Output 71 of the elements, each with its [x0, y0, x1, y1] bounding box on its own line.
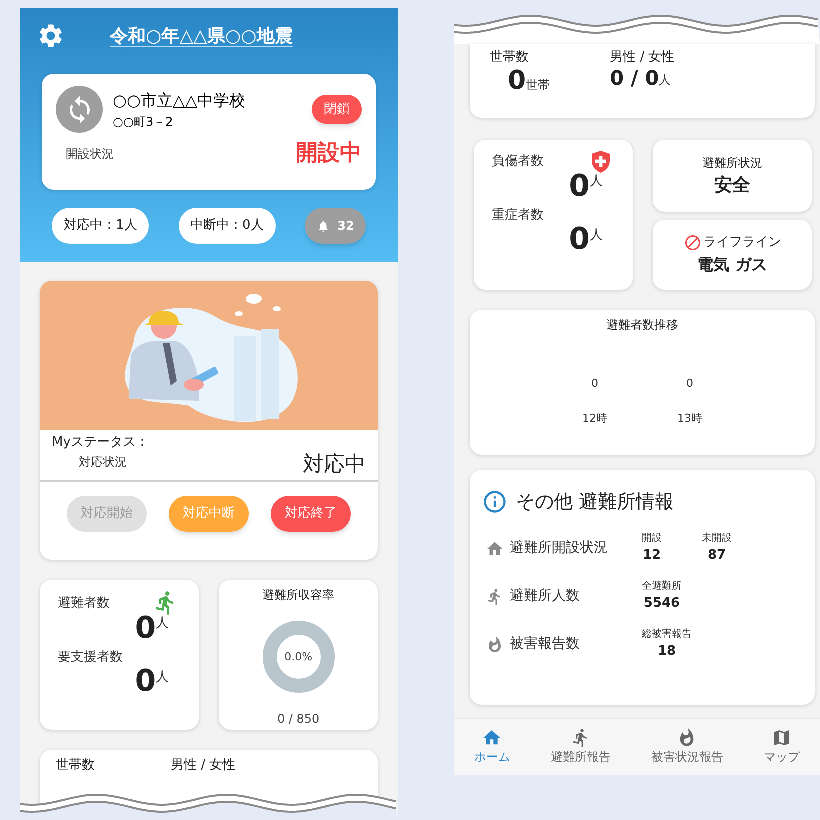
trend-value: 0 [686, 376, 694, 392]
prohibited-icon [684, 234, 702, 252]
trend-value: 0 [592, 376, 598, 392]
capacity-count: 0 / 850 [277, 711, 320, 728]
stat-label: 総被害報告 [642, 628, 692, 642]
nav-tab[interactable]: 避難所報告 [550, 728, 611, 766]
gender-unit: 人 [659, 72, 672, 88]
home-icon [486, 540, 504, 558]
flame-icon [486, 636, 504, 654]
count-unit: 人 [156, 668, 170, 686]
stat-label: 未開設 [702, 532, 732, 546]
count-label: 避難者数 [58, 595, 110, 613]
map-icon [772, 728, 792, 748]
nav-tab[interactable]: 被害状況報告 [651, 728, 724, 766]
count-value: 0 [569, 225, 590, 255]
disaster-title[interactable]: 令和○年△△県○○地震 [110, 22, 293, 50]
lifeline-value: 電気 ガス [698, 254, 768, 276]
shelter-status: 開設中 [296, 140, 362, 168]
status-button[interactable]: 対応終了 [271, 496, 351, 532]
count-unit: 人 [590, 173, 603, 191]
trend-time: 12時 [582, 410, 608, 426]
notification-button[interactable]: 32 [305, 208, 366, 244]
shelter-name: ○○市立△△中学校 [113, 90, 247, 112]
household-label: 世帯数 [56, 757, 95, 775]
my-status-title: Myステータス： [52, 434, 149, 452]
shelter-address: ○○町3－2 [113, 114, 174, 130]
info-row-label: 避難所開設状況 [510, 539, 608, 558]
count-value: 0 [569, 172, 590, 202]
info-row-label: 避難所人数 [510, 587, 580, 606]
count-unit: 人 [590, 226, 603, 244]
my-status-label: 対応状況 [79, 454, 128, 470]
settings-icon[interactable] [37, 22, 65, 50]
info-row-label: 被害報告数 [510, 635, 580, 654]
trend-time: 13時 [678, 410, 702, 426]
lifeline-label: ライフライン [704, 234, 782, 252]
sync-icon[interactable] [56, 86, 103, 133]
count-value: 0 [135, 614, 156, 644]
stat-value: 12 [642, 547, 662, 566]
other-info-title: その他 避難所情報 [516, 490, 674, 515]
household-label: 世帯数 [490, 49, 530, 67]
gender-value: 0 / 0 [610, 68, 660, 88]
count-label: 重症者数 [492, 206, 544, 224]
bell-icon [316, 220, 330, 232]
status-button[interactable]: 対応中断 [169, 496, 249, 532]
count-value: 0 [135, 667, 156, 697]
nav-tab[interactable]: ホーム [474, 728, 510, 766]
trend-title: 避難者数推移 [606, 317, 678, 334]
capacity-title: 避難所収容率 [262, 587, 335, 604]
shelter-condition-label: 避難所状況 [702, 154, 762, 172]
gender-label: 男性 / 女性 [610, 49, 675, 67]
close-shelter-button[interactable]: 閉鎖 [312, 94, 362, 124]
household-unit: 世帯 [526, 76, 550, 94]
count-label: 要支援者数 [58, 648, 123, 666]
stat-value: 87 [708, 547, 726, 566]
stat-label: 全避難所 [642, 580, 682, 594]
count-unit: 人 [156, 615, 170, 633]
gender-label: 男性 / 女性 [171, 757, 236, 775]
status-label: 開設状況 [66, 146, 114, 162]
stat-label: 開設 [642, 532, 662, 546]
nav-tab[interactable]: マップ [764, 728, 800, 766]
my-status-value: 対応中 [303, 451, 366, 478]
info-icon [482, 489, 508, 516]
counter-pill: 対応中：1人 [52, 208, 150, 244]
counter-pill: 中断中：0人 [178, 208, 276, 244]
count-label: 負傷者数 [492, 153, 544, 171]
capacity-reading: 0.0% [284, 652, 313, 662]
shield-plus-icon [591, 150, 611, 174]
stat-value: 18 [658, 643, 676, 662]
stat-value: 5546 [644, 595, 680, 614]
shelter-condition-value: 安全 [714, 174, 750, 198]
household-value: 0 [508, 68, 526, 94]
